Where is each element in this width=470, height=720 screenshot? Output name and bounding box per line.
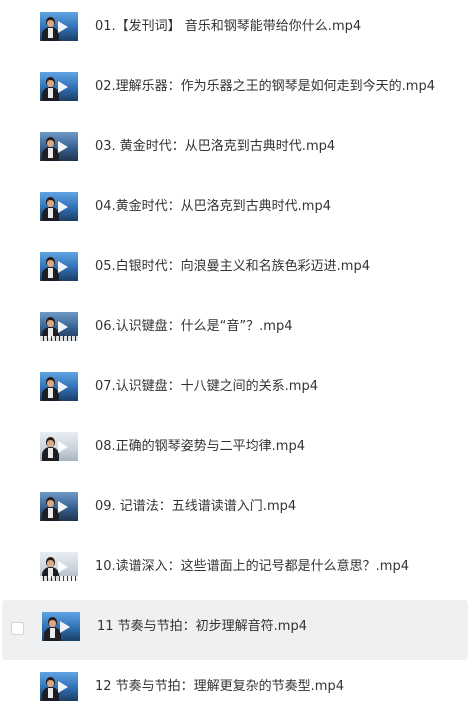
- play-icon: [58, 321, 68, 333]
- video-thumbnail-icon: [40, 12, 78, 41]
- file-name[interactable]: 05.白银时代：向浪曼主义和名族色彩迈进.mp4: [95, 259, 370, 275]
- play-icon: [58, 201, 68, 213]
- file-row-selected[interactable]: 11 节奏与节拍：初步理解音符.mp4: [2, 600, 468, 660]
- video-thumbnail-icon: [40, 312, 78, 341]
- file-row[interactable]: 09. 记谱法：五线谱读谱入门.mp4: [0, 480, 470, 540]
- play-icon: [58, 501, 68, 513]
- video-thumbnail-icon: [40, 132, 78, 161]
- file-name[interactable]: 11 节奏与节拍：初步理解音符.mp4: [97, 619, 307, 635]
- file-name[interactable]: 08.正确的钢琴姿势与二平均律.mp4: [95, 439, 305, 455]
- video-thumbnail-icon: [40, 492, 78, 521]
- file-name[interactable]: 06.认识键盘：什么是“音”？.mp4: [95, 319, 292, 335]
- row-checkbox[interactable]: [11, 622, 24, 635]
- file-name[interactable]: 07.认识键盘：十八键之间的关系.mp4: [95, 379, 318, 395]
- play-icon: [58, 261, 68, 273]
- play-icon: [58, 381, 68, 393]
- file-name[interactable]: 04.黄金时代：从巴洛克到古典时代.mp4: [95, 199, 331, 215]
- video-thumbnail-icon: [40, 672, 78, 701]
- video-thumbnail-icon: [40, 552, 78, 581]
- play-icon: [58, 21, 68, 33]
- play-icon: [58, 141, 68, 153]
- file-name[interactable]: 09. 记谱法：五线谱读谱入门.mp4: [95, 499, 296, 515]
- file-row[interactable]: 07.认识键盘：十八键之间的关系.mp4: [0, 360, 470, 420]
- file-list: 01.【发刊词】 音乐和钢琴能带给你什么.mp4 02.理解乐器：作为乐器之王的…: [0, 0, 470, 720]
- file-row[interactable]: 02.理解乐器：作为乐器之王的钢琴是如何走到今天的.mp4: [0, 60, 470, 120]
- file-name[interactable]: 02.理解乐器：作为乐器之王的钢琴是如何走到今天的.mp4: [95, 79, 435, 95]
- play-icon: [58, 561, 68, 573]
- video-thumbnail-icon: [40, 432, 78, 461]
- file-row[interactable]: 04.黄金时代：从巴洛克到古典时代.mp4: [0, 180, 470, 240]
- file-row[interactable]: 03. 黄金时代：从巴洛克到古典时代.mp4: [0, 120, 470, 180]
- video-thumbnail-icon: [40, 252, 78, 281]
- file-row[interactable]: 05.白银时代：向浪曼主义和名族色彩迈进.mp4: [0, 240, 470, 300]
- file-name[interactable]: 12 节奏与节拍：理解更复杂的节奏型.mp4: [95, 679, 344, 695]
- play-icon: [58, 441, 68, 453]
- file-name[interactable]: 03. 黄金时代：从巴洛克到古典时代.mp4: [95, 139, 335, 155]
- file-row[interactable]: 10.读谱深入：这些谱面上的记号都是什么意思？.mp4: [0, 540, 470, 600]
- video-thumbnail-icon: [40, 192, 78, 221]
- file-row[interactable]: 06.认识键盘：什么是“音”？.mp4: [0, 300, 470, 360]
- file-row[interactable]: 08.正确的钢琴姿势与二平均律.mp4: [0, 420, 470, 480]
- file-row[interactable]: 12 节奏与节拍：理解更复杂的节奏型.mp4: [0, 660, 470, 720]
- video-thumbnail-icon: [42, 612, 80, 641]
- play-icon: [58, 681, 68, 693]
- file-row[interactable]: 01.【发刊词】 音乐和钢琴能带给你什么.mp4: [0, 0, 470, 60]
- play-icon: [60, 621, 70, 633]
- file-name[interactable]: 01.【发刊词】 音乐和钢琴能带给你什么.mp4: [95, 19, 361, 35]
- video-thumbnail-icon: [40, 72, 78, 101]
- file-name[interactable]: 10.读谱深入：这些谱面上的记号都是什么意思？.mp4: [95, 559, 409, 575]
- play-icon: [58, 81, 68, 93]
- video-thumbnail-icon: [40, 372, 78, 401]
